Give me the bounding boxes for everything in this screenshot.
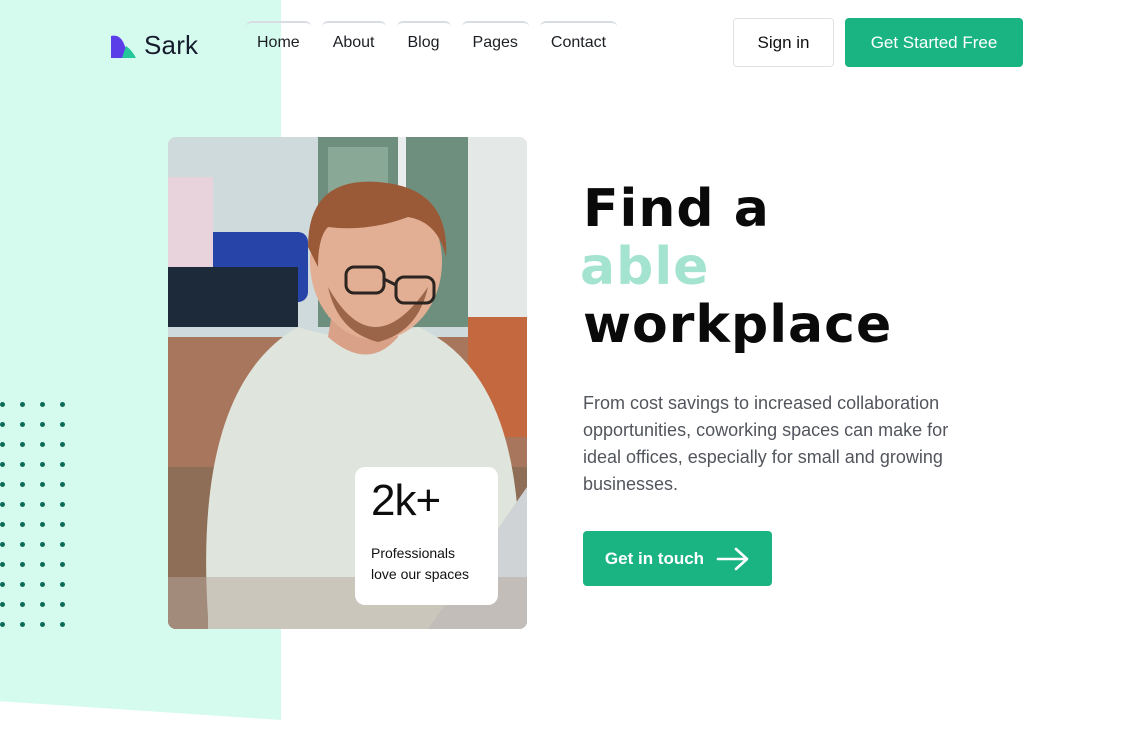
dot [40,502,45,507]
dot [40,402,45,407]
dot [20,522,25,527]
signin-button[interactable]: Sign in [733,18,834,67]
dot [60,502,65,507]
dot [20,582,25,587]
brand-name: Sark [144,30,199,60]
sark-logo-icon [111,35,136,58]
dot [40,542,45,547]
dot [20,462,25,467]
dot [60,582,65,587]
dot [40,422,45,427]
dot [0,442,5,447]
hero-subtitle: From cost savings to increased collabora… [583,393,949,494]
dot [0,462,5,467]
stat-label-line1: Professionals [371,545,456,562]
dot [60,622,65,627]
dot [60,562,65,567]
dot [60,442,65,447]
dot [40,582,45,587]
arrow-right-icon [716,547,749,570]
dot [0,502,5,507]
dot [40,622,45,627]
dot [20,562,25,567]
dot [20,542,25,547]
stat-card: 2k+ Professionals love our spaces [355,467,498,605]
site-header: Sark Home About Blog Pages Contact Sign … [0,0,1132,86]
stat-label: Professionals love our spaces [371,543,482,585]
stat-value: 2k+ [371,476,441,525]
dot [40,562,45,567]
dot [40,602,45,607]
dot [0,482,5,487]
dot [20,502,25,507]
main-nav: Home About Blog Pages Contact [246,21,628,63]
dot [0,422,5,427]
dot [40,482,45,487]
get-in-touch-label: Get in touch [604,548,705,568]
nav-item-contact[interactable]: Contact [539,21,618,63]
dot [20,442,25,447]
dot [0,402,5,407]
dot [60,602,65,607]
get-started-button[interactable]: Get Started Free [845,18,1023,67]
dot [0,542,5,547]
dot [60,482,65,487]
brand-logo[interactable]: Sark [110,30,198,61]
headline-accent: able [580,237,710,297]
dot [0,602,5,607]
headline-line1: Find a [583,179,770,239]
dot [40,442,45,447]
headline-line3: workplace [583,295,893,355]
dot [20,622,25,627]
dot [20,602,25,607]
dot [40,462,45,467]
dot [20,422,25,427]
dot [60,522,65,527]
nav-item-pages[interactable]: Pages [461,21,529,63]
get-in-touch-button[interactable]: Get in touch [583,531,772,586]
dot [60,542,65,547]
dot [20,402,25,407]
dot [0,622,5,627]
hero-headline: Find a able workplace [580,179,893,355]
dot-pattern-decoration [0,402,70,632]
dot [60,402,65,407]
dot [40,522,45,527]
stat-label-line2: love our spaces [371,566,470,583]
dot [0,562,5,567]
nav-item-blog[interactable]: Blog [396,21,451,63]
dot [0,582,5,587]
dot [60,422,65,427]
dot [0,522,5,527]
dot [20,482,25,487]
dot [60,462,65,467]
nav-item-about[interactable]: About [321,21,386,63]
nav-item-home[interactable]: Home [246,21,311,63]
